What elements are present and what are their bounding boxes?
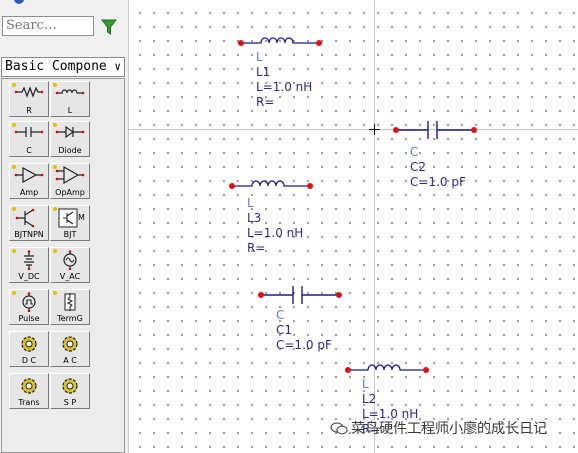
capacitor-C1-symbol[interactable] — [257, 284, 343, 306]
palette-item-label: OpAmp — [55, 188, 85, 197]
inductor-L1-symbol[interactable] — [237, 36, 323, 50]
capacitor-C2-label[interactable]: C C2 C=1.0 pF — [410, 145, 466, 190]
component-type: C — [276, 308, 285, 322]
component-type: L — [362, 377, 369, 391]
origin-axis-horizontal — [129, 129, 578, 130]
inductor-L1-label[interactable]: L L1 L=1.0 nH R= — [256, 50, 312, 110]
capacitor-icon — [14, 127, 44, 137]
palette-item-label: A C — [63, 356, 77, 365]
component-type: L — [247, 196, 254, 210]
palette-item-ac-sim[interactable]: A C — [50, 331, 90, 367]
palette-item-dc-sim[interactable]: D C — [9, 331, 49, 367]
palette-item-label: BJTNPN — [14, 230, 44, 239]
chevron-down-icon: ∨ — [114, 60, 121, 73]
palette-item-bjtnpn[interactable]: BJTNPN — [9, 205, 49, 241]
component-value: L=1.0 nH — [247, 226, 304, 240]
component-type: C — [410, 145, 419, 159]
palette-item-label: R — [26, 106, 32, 115]
palette-item-label: C — [26, 146, 32, 155]
filter-icon[interactable] — [101, 18, 117, 36]
crosshair-cursor-icon — [369, 124, 380, 135]
component-name: L1 — [256, 65, 271, 79]
search-input[interactable]: Searc… — [2, 16, 94, 36]
bjt-npn-icon — [15, 208, 35, 228]
toolbar-icon[interactable] — [14, 0, 24, 4]
palette-item-label: S P — [63, 398, 77, 407]
palette-item-pulse[interactable]: Pulse — [9, 289, 49, 325]
amplifier-icon — [14, 166, 44, 184]
palette-item-capacitor[interactable]: C — [9, 121, 49, 157]
palette-item-label: L — [67, 106, 73, 115]
palette-item-inductor[interactable]: L — [50, 81, 90, 117]
palette-item-label: V_AC — [59, 272, 81, 281]
opamp-icon — [55, 166, 85, 184]
wechat-icon — [330, 422, 348, 435]
palette-item-label: V_DC — [18, 272, 40, 281]
svg-text:M: M — [78, 213, 85, 222]
termination-icon — [64, 293, 76, 311]
watermark-text: 菜鸟硬件工程师小廖的成长日记 — [351, 421, 547, 437]
palette-dropdown[interactable]: Basic Compone ∨ — [1, 57, 125, 77]
component-name: C2 — [410, 160, 427, 174]
diode-icon — [55, 125, 85, 139]
palette-item-opamp[interactable]: OpAmp — [50, 163, 90, 199]
component-param: R= — [256, 95, 275, 109]
palette-item-label: Pulse — [18, 314, 40, 323]
palette-grid: R L C Diode Amp OpAmp BJTNPN M BJT V_DC … — [1, 78, 125, 453]
capacitor-C2-symbol[interactable] — [392, 119, 478, 141]
palette-item-label: TermG — [57, 314, 83, 323]
inductor-L2-symbol[interactable] — [344, 363, 430, 377]
schematic-canvas[interactable]: L L1 L=1.0 nH R= C C2 C=1.0 pF L L3 L=1.… — [129, 0, 578, 453]
palette-item-trans-sim[interactable]: Trans — [9, 373, 49, 409]
palette-item-vdc[interactable]: V_DC — [9, 247, 49, 283]
component-palette-panel: Searc… Basic Compone ∨ R L C Diode Amp O… — [0, 0, 129, 453]
palette-item-bjt[interactable]: M BJT — [50, 205, 90, 241]
watermark: 菜鸟硬件工程师小廖的成长日记 — [330, 418, 547, 438]
bjt-model-icon: M — [58, 208, 85, 228]
component-param: R= — [247, 241, 266, 255]
palette-item-label: D C — [21, 356, 37, 365]
ac-simulation-gear-icon — [62, 336, 78, 352]
component-name: L2 — [362, 392, 377, 406]
dc-simulation-gear-icon — [21, 336, 37, 352]
transient-simulation-gear-icon — [21, 378, 37, 394]
inductor-icon — [55, 89, 85, 95]
component-name: L3 — [247, 211, 262, 225]
palette-item-label: BJT — [63, 230, 77, 239]
palette-item-vac[interactable]: V_AC — [50, 247, 90, 283]
pulse-source-icon — [22, 292, 36, 312]
palette-dropdown-value: Basic Compone — [5, 59, 107, 74]
resistor-icon — [14, 86, 44, 98]
component-name: C1 — [276, 323, 293, 337]
component-value: L=1.0 nH — [256, 80, 313, 94]
component-value: C=1.0 pF — [410, 175, 466, 189]
palette-item-resistor[interactable]: R — [9, 81, 49, 117]
palette-item-label: Trans — [18, 398, 40, 407]
inductor-L3-symbol[interactable] — [228, 179, 314, 193]
inductor-L3-label[interactable]: L L3 L=1.0 nH R= — [247, 196, 303, 256]
component-value: C=1.0 pF — [276, 338, 332, 352]
palette-item-termg[interactable]: TermG — [50, 289, 90, 325]
sparameter-simulation-gear-icon — [62, 378, 78, 394]
component-type: L — [256, 50, 263, 64]
palette-item-amp[interactable]: Amp — [9, 163, 49, 199]
palette-item-label: Amp — [19, 188, 39, 197]
ac-source-icon — [63, 250, 77, 270]
palette-item-diode[interactable]: Diode — [50, 121, 90, 157]
palette-item-sp-sim[interactable]: S P — [50, 373, 90, 409]
capacitor-C1-label[interactable]: C C1 C=1.0 pF — [276, 308, 332, 353]
dc-source-icon — [24, 250, 34, 270]
palette-item-label: Diode — [58, 146, 82, 155]
